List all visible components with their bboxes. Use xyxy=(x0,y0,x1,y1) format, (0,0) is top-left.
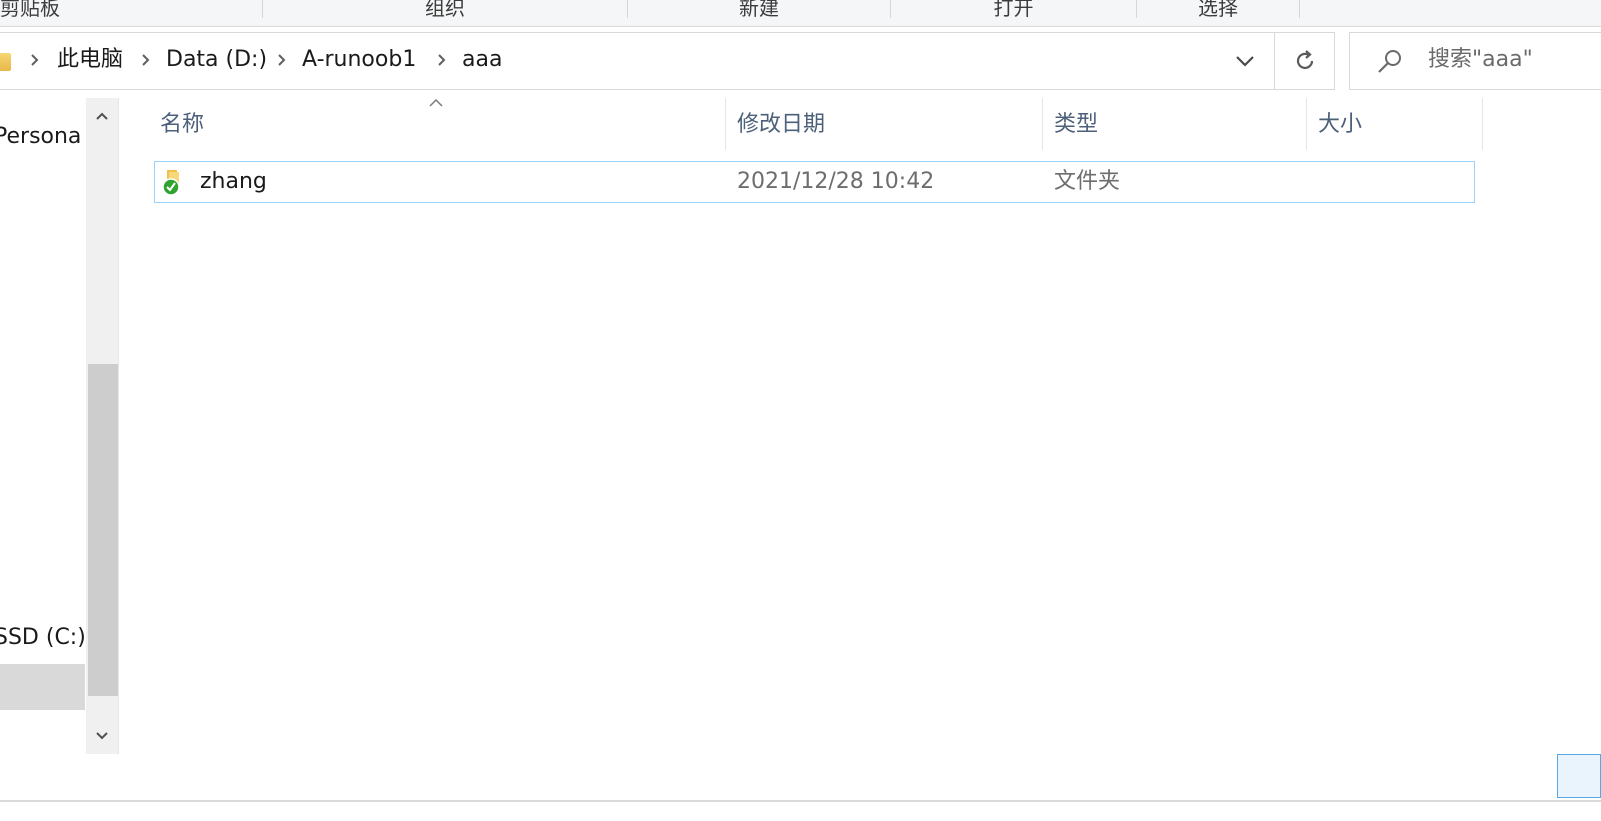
ribbon-group-label: 打开 xyxy=(993,0,1034,20)
scroll-down-icon xyxy=(96,732,108,740)
view-toggle-button[interactable] xyxy=(1557,754,1601,798)
scroll-down-button[interactable] xyxy=(86,718,118,754)
search-box[interactable]: 搜索"aaa" xyxy=(1349,32,1601,90)
column-divider[interactable] xyxy=(1482,98,1483,150)
breadcrumb-this-pc[interactable]: 此电脑 xyxy=(57,45,123,75)
scroll-thumb[interactable] xyxy=(88,364,118,696)
chevron-right-icon[interactable] xyxy=(437,45,447,85)
ribbon-group-label: 组织 xyxy=(425,0,465,20)
ribbon-group-new: 新建 xyxy=(628,0,890,26)
file-modified: 2021/12/28 10:42 xyxy=(737,169,935,194)
ribbon-divider xyxy=(1299,0,1300,18)
ribbon-group-label: 选择 xyxy=(1198,0,1238,20)
chevron-right-icon[interactable] xyxy=(141,45,151,85)
address-history-button[interactable] xyxy=(1217,33,1273,89)
file-row[interactable]: zhang 2021/12/28 10:42 文件夹 xyxy=(154,161,1475,203)
ribbon-group-label: 新建 xyxy=(739,0,779,20)
column-header-modified[interactable]: 修改日期 xyxy=(737,110,825,140)
nav-item-personal[interactable]: Persona xyxy=(0,124,81,149)
chevron-right-icon[interactable] xyxy=(277,45,287,85)
scroll-up-button[interactable] xyxy=(86,98,118,134)
column-divider[interactable] xyxy=(1306,98,1307,150)
search-input[interactable]: 搜索"aaa" xyxy=(1428,45,1533,75)
refresh-button[interactable] xyxy=(1274,33,1335,89)
nav-scrollbar[interactable] xyxy=(86,98,119,754)
address-bar[interactable]: 此电脑 Data (D:) A-runoob1 aaa xyxy=(0,32,1335,90)
ribbon-group-select: 选择 xyxy=(1137,0,1299,26)
ribbon-group-label: 剪贴板 xyxy=(0,0,60,20)
column-divider[interactable] xyxy=(725,98,726,150)
nav-item-selected[interactable] xyxy=(0,664,85,710)
file-name[interactable]: zhang xyxy=(200,167,267,197)
ribbon-group-organize: 组织 xyxy=(263,0,627,26)
ribbon-group-clipboard: 剪贴板 xyxy=(0,0,262,26)
column-header-row: 名称 修改日期 类型 大小 xyxy=(122,98,1484,152)
folder-icon xyxy=(162,170,180,196)
ribbon-bar: 剪贴板 组织 新建 打开 选择 xyxy=(0,0,1601,27)
navigation-pane: Persona SSD (C:) xyxy=(0,98,120,754)
column-header-type[interactable]: 类型 xyxy=(1054,110,1098,140)
breadcrumb-a-runoob1[interactable]: A-runoob1 xyxy=(302,45,416,75)
chevron-right-icon[interactable] xyxy=(30,45,40,85)
sort-ascending-icon xyxy=(429,98,443,107)
column-header-name[interactable]: 名称 xyxy=(160,110,204,140)
breadcrumb-drive-d[interactable]: Data (D:) xyxy=(166,45,267,75)
scroll-up-icon xyxy=(96,112,108,120)
column-header-size[interactable]: 大小 xyxy=(1318,110,1362,140)
chevron-down-icon xyxy=(1236,56,1254,67)
folder-icon xyxy=(0,53,11,71)
status-bar-divider xyxy=(0,800,1601,802)
breadcrumb-aaa[interactable]: aaa xyxy=(462,45,502,75)
refresh-icon xyxy=(1296,50,1314,70)
search-icon xyxy=(1378,50,1401,73)
column-divider[interactable] xyxy=(1042,98,1043,150)
nav-item-ssd-c[interactable]: SSD (C:) xyxy=(0,625,86,650)
ribbon-group-open: 打开 xyxy=(891,0,1136,26)
file-type: 文件夹 xyxy=(1054,169,1121,194)
